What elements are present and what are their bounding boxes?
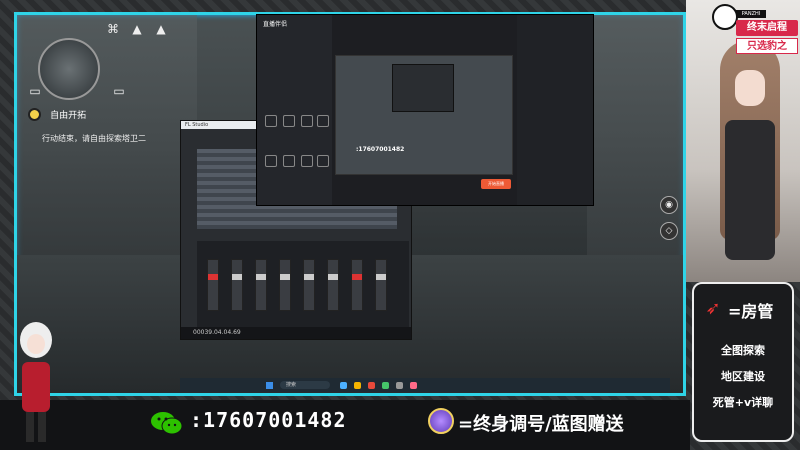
app-icon[interactable] bbox=[396, 382, 403, 389]
quest-tracker[interactable]: 自由开拓 行动结束，请自由探索塔卫二 bbox=[28, 104, 178, 144]
promo-text: =终身调号/蓝图赠送 bbox=[458, 414, 624, 435]
banner-line2: 只选豹之 bbox=[736, 38, 798, 54]
banner-tag: PANZHI bbox=[736, 10, 766, 18]
tool-icon[interactable] bbox=[265, 115, 277, 127]
left-character-avatar bbox=[20, 322, 52, 442]
info-line-1: =房管 bbox=[728, 302, 774, 321]
chat-icon[interactable]: ▭ bbox=[110, 84, 128, 98]
mixer-fader[interactable] bbox=[327, 259, 339, 311]
stream-chat-panel[interactable] bbox=[517, 15, 593, 205]
nested-preview bbox=[392, 64, 454, 112]
mixer-fader[interactable] bbox=[231, 259, 243, 311]
info-line-2: 全图探索 bbox=[721, 344, 765, 357]
tool-icon[interactable] bbox=[301, 115, 313, 127]
quest-marker-icon bbox=[28, 108, 41, 121]
mixer-fader[interactable] bbox=[375, 259, 387, 311]
rocket-icon: ➶ bbox=[705, 298, 721, 319]
mixer-fader[interactable] bbox=[303, 259, 315, 311]
info-line-4: 死管+v详聊 bbox=[712, 396, 774, 409]
service-info-box: ➶ =房管 全图探索 地区建设 死管+v详聊 bbox=[692, 282, 794, 442]
tool-icon[interactable] bbox=[317, 115, 329, 127]
mixer-fader[interactable] bbox=[279, 259, 291, 311]
contact-phone: :17607001482 bbox=[190, 408, 347, 432]
tool-icon[interactable] bbox=[301, 155, 313, 167]
info-line-3: 地区建设 bbox=[721, 370, 765, 383]
camera-icon[interactable]: ◉ bbox=[660, 196, 678, 214]
start-stream-button[interactable]: 开始直播 bbox=[481, 179, 511, 189]
rank-badge-icon bbox=[428, 408, 454, 434]
road-icon-2[interactable]: ▲ bbox=[152, 22, 170, 36]
stream-sidebar[interactable]: 直播伴侣 bbox=[257, 15, 332, 205]
daw-timecode: 00039.04.04.69 bbox=[181, 327, 411, 339]
mixer-fader[interactable] bbox=[351, 259, 363, 311]
taskbar-search[interactable]: 搜索 bbox=[280, 381, 330, 389]
avatar-body bbox=[725, 120, 775, 260]
dialog-icon[interactable]: ▭ bbox=[26, 84, 44, 98]
tool-icon[interactable] bbox=[283, 155, 295, 167]
wechat-icon bbox=[151, 412, 183, 435]
tool-icon[interactable] bbox=[283, 115, 295, 127]
quest-title: 自由开拓 bbox=[50, 111, 87, 121]
app-icon[interactable] bbox=[368, 382, 375, 389]
preview-phone-text: :17607001482 bbox=[356, 146, 405, 153]
stream-preview[interactable]: :17607001482 bbox=[335, 55, 513, 175]
quest-description: 行动结束，请自由探索塔卫二 bbox=[42, 134, 146, 143]
banner-line1: 终末启程 bbox=[736, 20, 798, 36]
stream-app-logo: 直播伴侣 bbox=[263, 21, 288, 28]
app-icon[interactable] bbox=[382, 382, 389, 389]
windows-start-icon[interactable] bbox=[266, 382, 273, 389]
mixer-fader[interactable] bbox=[207, 259, 219, 311]
stream-app-window[interactable]: 直播伴侣 :17607001482 开始直播 bbox=[256, 14, 594, 206]
tool-icon[interactable] bbox=[265, 155, 277, 167]
tool-icon[interactable] bbox=[317, 155, 329, 167]
app-icon[interactable] bbox=[340, 382, 347, 389]
stream-banner: PANZHI 终末启程 只选豹之 bbox=[706, 2, 798, 54]
panda-logo-icon bbox=[712, 4, 738, 30]
hud-button-icon[interactable]: ◇ bbox=[660, 222, 678, 240]
mixer-fader[interactable] bbox=[255, 259, 267, 311]
avatar-face bbox=[735, 70, 765, 106]
minimap[interactable] bbox=[38, 38, 100, 100]
road-icon[interactable]: ▲ bbox=[128, 22, 146, 36]
network-icon[interactable]: ⌘ bbox=[104, 22, 122, 36]
app-icon[interactable] bbox=[410, 382, 417, 389]
app-icon[interactable] bbox=[354, 382, 361, 389]
taskbar: 搜索 bbox=[180, 378, 670, 392]
daw-mixer[interactable] bbox=[197, 241, 409, 327]
